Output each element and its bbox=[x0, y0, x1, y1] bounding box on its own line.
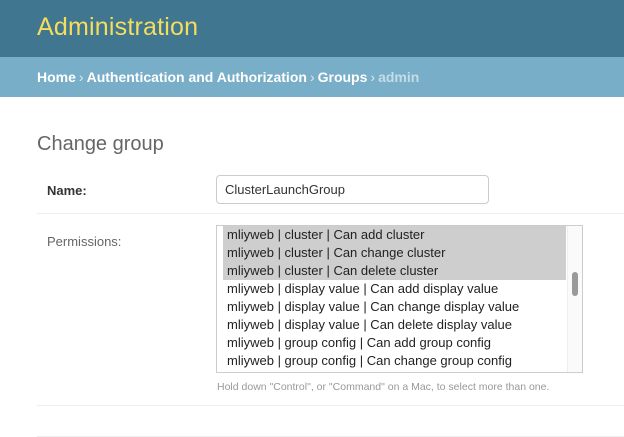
breadcrumb-separator: › bbox=[370, 69, 376, 85]
breadcrumb: Home › Authentication and Authorization › Gr… bbox=[0, 57, 624, 97]
permissions-option-list[interactable]: mliyweb | cluster | Can add cluster mliyw… bbox=[223, 226, 566, 372]
form-row-divider bbox=[37, 213, 624, 214]
site-title[interactable]: Administration bbox=[37, 13, 198, 42]
permissions-scrollbar[interactable] bbox=[567, 226, 582, 372]
permissions-label: Permissions: bbox=[47, 234, 122, 249]
permission-option[interactable]: mliyweb | group config | Can add group c… bbox=[223, 334, 566, 352]
form-row-divider bbox=[37, 405, 624, 406]
permission-option[interactable]: mliyweb | group config | Can change grou… bbox=[223, 352, 566, 370]
permission-option[interactable]: mliyweb | cluster | Can delete cluster bbox=[223, 262, 566, 280]
permission-option[interactable]: mliyweb | cluster | Can add cluster bbox=[223, 226, 566, 244]
permissions-multiselect[interactable]: mliyweb | cluster | Can add cluster mliyw… bbox=[216, 225, 583, 373]
breadcrumb-home-link[interactable]: Home bbox=[37, 69, 76, 85]
permission-option[interactable]: mliyweb | display value | Can delete dis… bbox=[223, 316, 566, 334]
permission-option[interactable]: mliyweb | group config | Can delete grou… bbox=[223, 370, 566, 372]
page-title: Change group bbox=[37, 133, 164, 156]
breadcrumb-separator: › bbox=[309, 69, 315, 85]
permission-option[interactable]: mliyweb | cluster | Can change cluster bbox=[223, 244, 566, 262]
name-label: Name: bbox=[47, 183, 87, 198]
permission-option[interactable]: mliyweb | display value | Can add displa… bbox=[223, 280, 566, 298]
breadcrumb-app-link[interactable]: Authentication and Authorization bbox=[87, 69, 307, 85]
permission-option[interactable]: mliyweb | display value | Can change dis… bbox=[223, 298, 566, 316]
permissions-help-text: Hold down "Control", or "Command" on a M… bbox=[217, 381, 550, 393]
breadcrumb-separator: › bbox=[78, 69, 84, 85]
breadcrumb-model-link[interactable]: Groups bbox=[318, 69, 368, 85]
breadcrumb-current: admin bbox=[378, 69, 420, 85]
site-header: Administration bbox=[0, 0, 624, 57]
scrollbar-thumb[interactable] bbox=[572, 272, 578, 296]
name-field[interactable] bbox=[216, 175, 489, 204]
